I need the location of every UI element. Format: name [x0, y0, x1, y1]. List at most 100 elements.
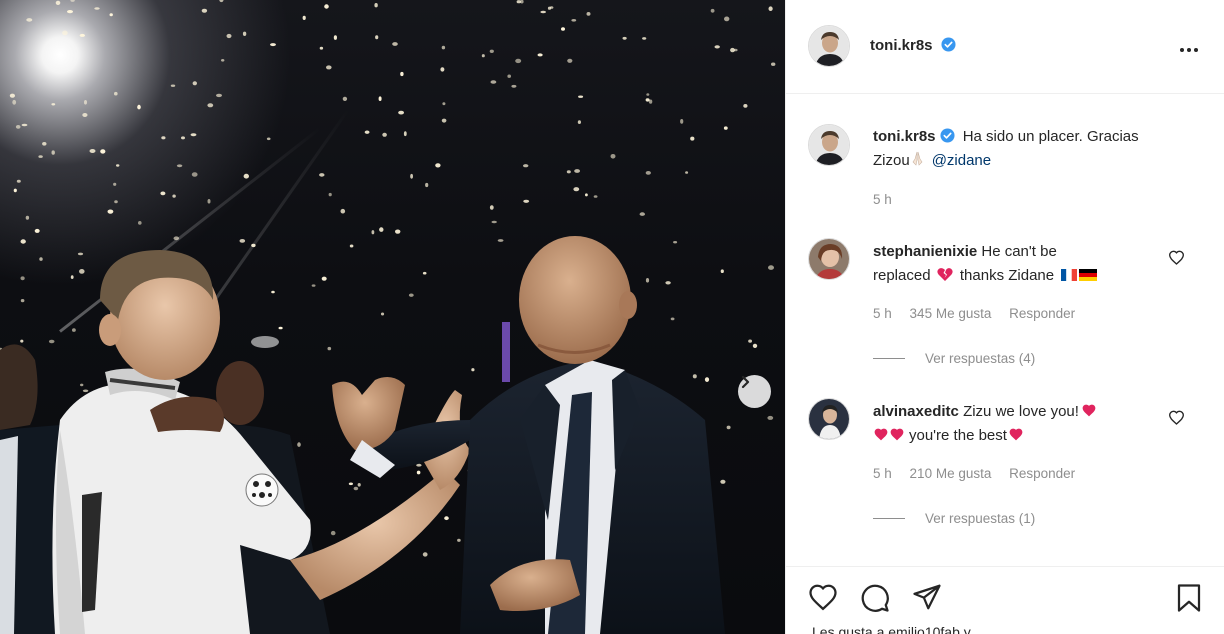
crowd-light: [400, 71, 404, 77]
author-avatar[interactable]: [808, 25, 850, 67]
bookmark-icon[interactable]: [1175, 583, 1203, 613]
comment-time[interactable]: 5 h: [873, 466, 892, 481]
caption-time[interactable]: 5 h: [873, 192, 892, 207]
comment-username[interactable]: stephanienixie: [873, 243, 977, 260]
crowd-light: [239, 239, 246, 243]
crowd-light: [172, 194, 176, 198]
crowd-light: [207, 199, 211, 204]
view-replies-button[interactable]: Ver respuestas (4): [873, 351, 1035, 366]
more-options-button[interactable]: [1179, 36, 1199, 59]
stadium-scene: [0, 0, 776, 634]
crowd-light: [497, 239, 504, 242]
comment-username[interactable]: alvinaxeditc: [873, 403, 959, 420]
crowd-light: [724, 16, 730, 22]
comment-line2b: thanks Zidane: [959, 267, 1055, 284]
crowd-light: [16, 179, 21, 183]
mention-link[interactable]: @zidane: [932, 152, 991, 169]
crowd-light: [771, 62, 776, 66]
avatar-image: [809, 26, 849, 66]
crowd-light: [20, 239, 26, 244]
share-icon[interactable]: [912, 583, 942, 611]
crowd-light: [622, 36, 627, 40]
crowd-light: [585, 193, 588, 197]
crowd-light: [62, 30, 68, 36]
post-details-panel: toni.kr8s toni.kr8s Ha sido un placer. G…: [785, 0, 1224, 634]
crowd-light: [137, 104, 141, 110]
crowd-light: [25, 215, 30, 220]
crowd-light: [278, 326, 283, 330]
crowd-light: [67, 10, 73, 14]
crowd-light: [181, 136, 185, 140]
crowd-light: [547, 6, 552, 10]
crowd-light: [319, 46, 324, 50]
crowd-light: [243, 173, 249, 179]
crowd-light: [113, 182, 117, 186]
crowd-light: [221, 59, 225, 62]
crowd-light: [441, 45, 446, 50]
crowd-light: [328, 192, 332, 197]
red-heart-icon: [1009, 428, 1023, 441]
caption-text: toni.kr8s Ha sido un placer. Gracias Ziz…: [873, 125, 1213, 173]
reply-button[interactable]: Responder: [1009, 306, 1075, 321]
caption-avatar[interactable]: [808, 124, 850, 166]
crowd-light: [201, 8, 208, 13]
crowd-light: [357, 483, 361, 487]
crowd-light: [571, 19, 577, 22]
crowd-light: [100, 149, 106, 154]
avatar-image: [809, 125, 849, 165]
crowd-light: [490, 80, 497, 84]
crowd-light: [39, 257, 43, 261]
comment-time[interactable]: 5 h: [873, 306, 892, 321]
comment-icon[interactable]: [860, 583, 890, 613]
crowd-light: [768, 265, 774, 270]
heart-icon[interactable]: [808, 583, 838, 611]
comment-likes[interactable]: 345 Me gusta: [910, 306, 992, 321]
broken-heart-icon: [937, 268, 953, 281]
crowd-light: [13, 188, 17, 193]
crowd-light: [648, 99, 653, 104]
comment-line1: He can't be: [981, 243, 1057, 260]
commenter-avatar[interactable]: [808, 398, 850, 440]
likes-summary[interactable]: Les gusta a emilio10fab y: [812, 624, 971, 634]
comment-likes[interactable]: 210 Me gusta: [910, 466, 992, 481]
post-header: toni.kr8s: [786, 0, 1224, 94]
crowd-light: [566, 170, 571, 174]
crowd-light: [574, 169, 580, 173]
crowd-light: [353, 486, 359, 491]
caption-username[interactable]: toni.kr8s: [873, 128, 936, 145]
carousel-next-button[interactable]: [738, 375, 771, 408]
post-photo[interactable]: [0, 0, 785, 634]
comment-line2: you're the best: [909, 427, 1007, 444]
crowd-light: [425, 182, 429, 188]
reply-button[interactable]: Responder: [1009, 466, 1075, 481]
crowd-light: [311, 284, 316, 287]
caption-meta: 5 h: [873, 192, 906, 207]
crowd-light: [42, 142, 47, 146]
view-replies-button[interactable]: Ver respuestas (1): [873, 511, 1035, 526]
crowd-light: [398, 110, 404, 115]
crowd-light: [266, 137, 271, 141]
author-username[interactable]: toni.kr8s: [870, 37, 933, 54]
crowd-light: [586, 12, 591, 16]
like-comment-heart-icon[interactable]: [1168, 250, 1185, 265]
like-comment-heart-icon[interactable]: [1168, 410, 1185, 425]
crowd-light: [435, 163, 441, 168]
crowd-light: [673, 241, 678, 244]
crowd-light: [444, 516, 449, 521]
crowd-light: [567, 58, 573, 63]
crowd-light: [349, 244, 354, 248]
crowd-light: [321, 276, 327, 281]
crowd-light: [80, 383, 84, 387]
likes-summary-text: Les gusta a emilio10fab y: [812, 624, 971, 634]
crowd-light: [440, 67, 445, 72]
crowd-light: [190, 133, 197, 137]
praying-hands-icon: [912, 151, 923, 166]
crowd-light: [670, 317, 675, 321]
commenter-avatar[interactable]: [808, 238, 850, 280]
crowd-light: [392, 42, 398, 46]
crowd-light: [326, 65, 332, 70]
crowd-light: [251, 243, 256, 248]
view-replies-label: Ver respuestas (1): [925, 511, 1036, 526]
crowd-light: [767, 415, 774, 420]
crowd-light: [114, 91, 118, 96]
